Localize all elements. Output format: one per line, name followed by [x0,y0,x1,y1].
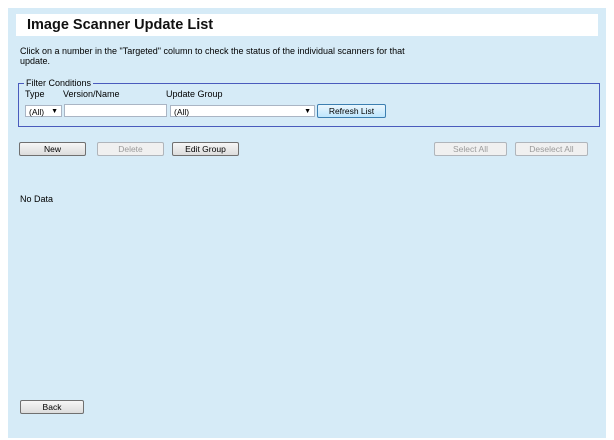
chevron-down-icon: ▼ [304,108,311,115]
filter-conditions-group: Filter Conditions Type Version/Name Upda… [18,78,600,127]
update-group-label: Update Group [166,89,223,99]
filter-conditions-legend: Filter Conditions [24,78,94,88]
refresh-list-button[interactable]: Refresh List [317,104,386,118]
page-title: Image Scanner Update List [27,17,214,33]
deselect-all-button[interactable]: Deselect All [515,142,588,156]
title-bar: Image Scanner Update List [16,14,598,36]
update-group-select[interactable]: (All) ▼ [170,105,315,117]
type-select-value: (All) [29,107,45,117]
version-name-label: Version/Name [63,89,120,99]
edit-group-button[interactable]: Edit Group [172,142,239,156]
new-button[interactable]: New [19,142,86,156]
select-all-button[interactable]: Select All [434,142,507,156]
version-name-input[interactable] [64,104,167,117]
empty-list-message: No Data [20,194,54,204]
back-button[interactable]: Back [20,400,84,414]
type-label: Type [25,89,45,99]
delete-button[interactable]: Delete [97,142,164,156]
update-group-select-value: (All) [174,107,190,117]
type-select[interactable]: (All) ▼ [25,105,62,117]
main-panel: Image Scanner Update List Click on a num… [8,8,606,438]
instruction-text: Click on a number in the "Targeted" colu… [20,46,405,66]
chevron-down-icon: ▼ [51,108,58,115]
